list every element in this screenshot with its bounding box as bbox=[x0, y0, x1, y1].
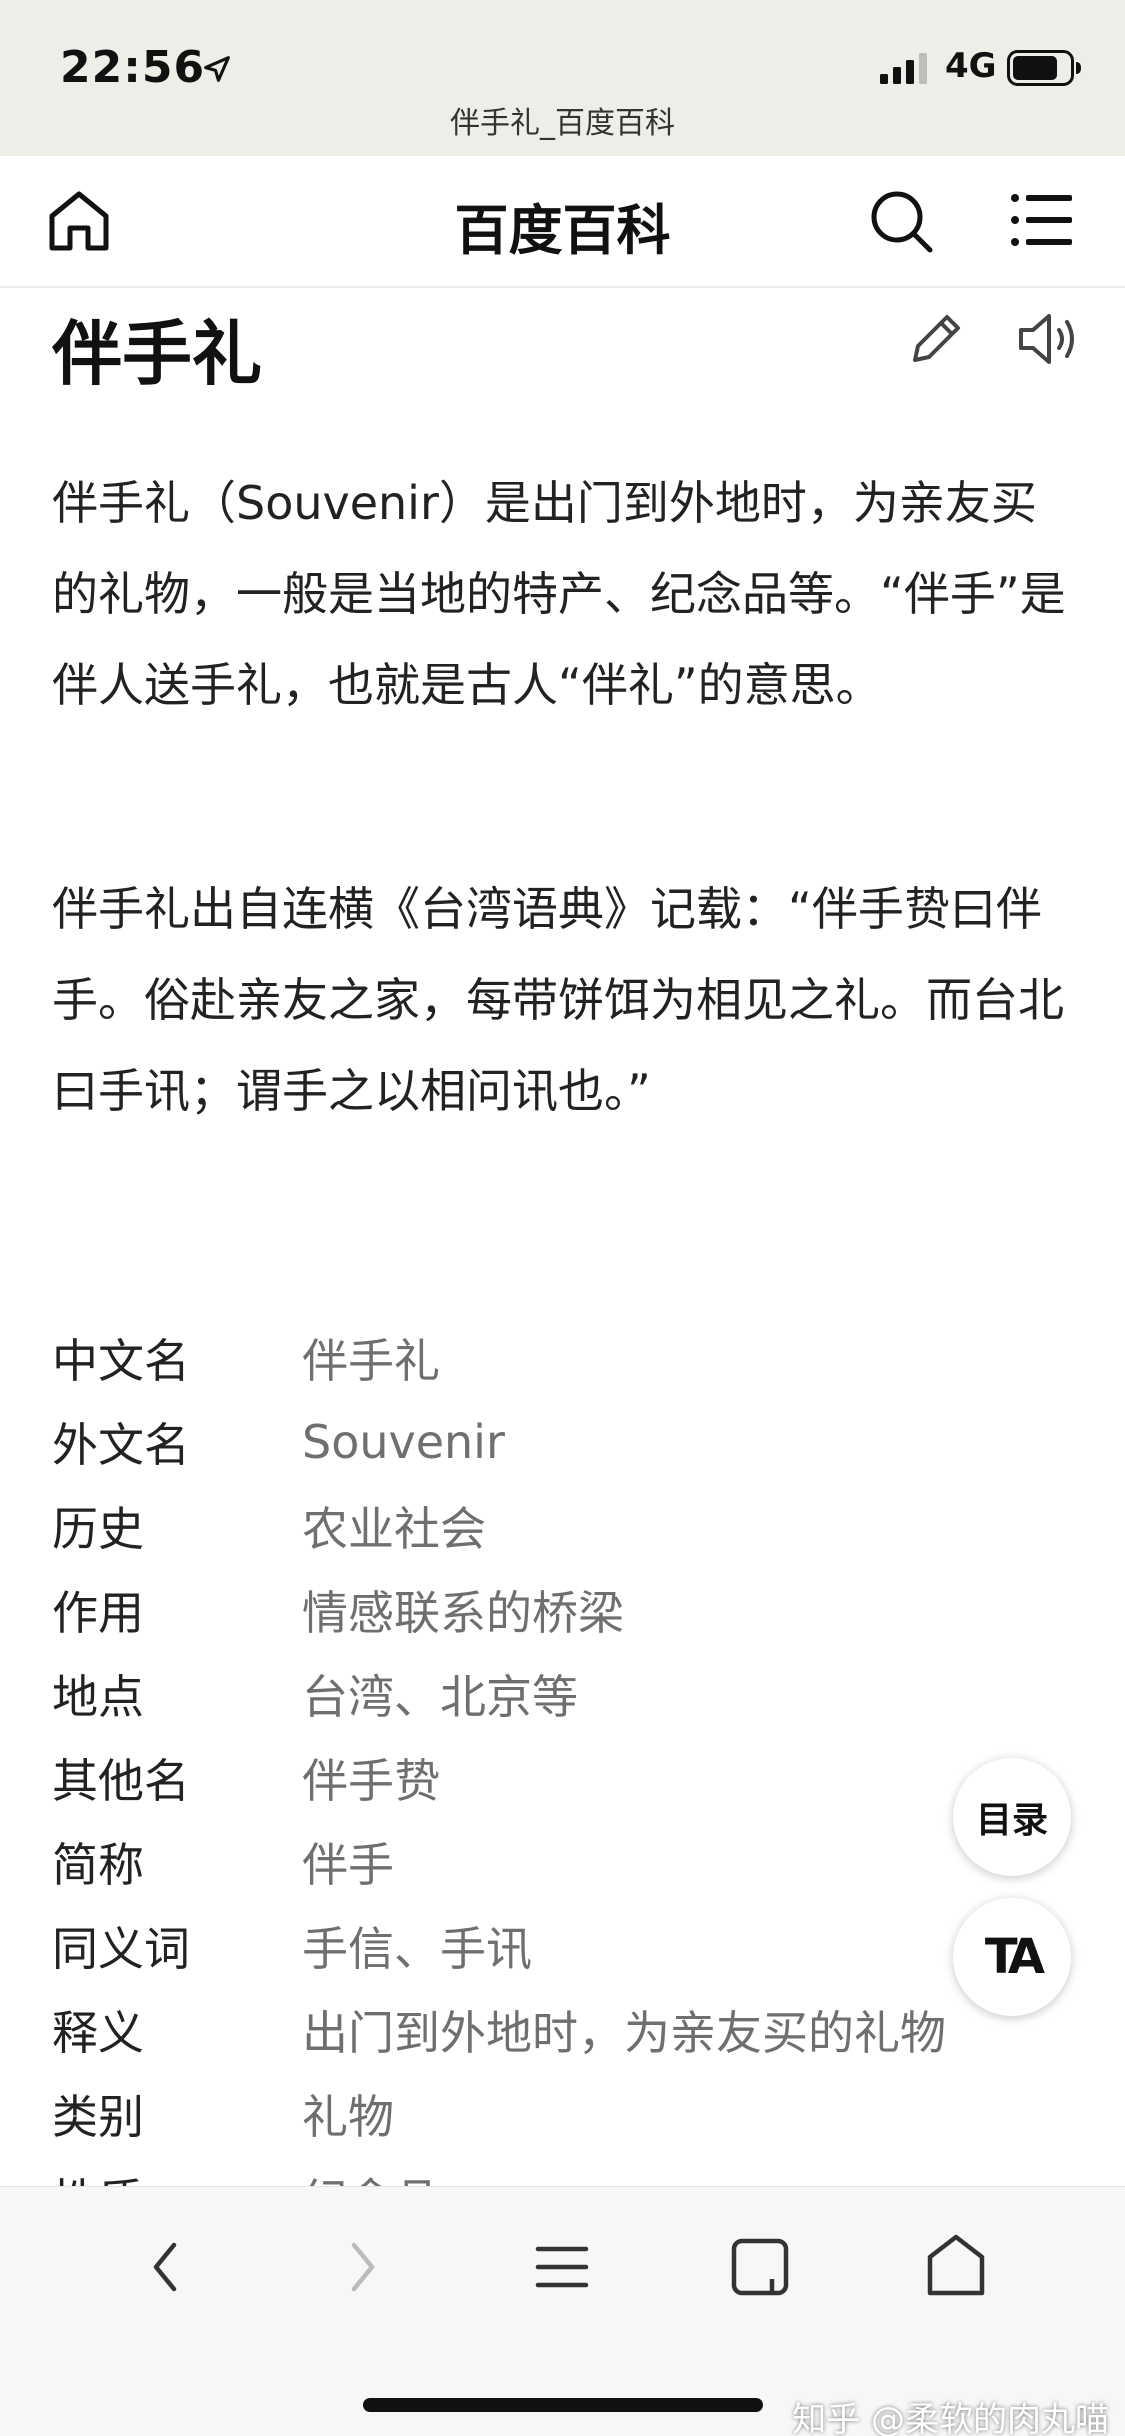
watermark: 知乎 @柔软的肉丸喵 bbox=[792, 2400, 1109, 2436]
font-size-button[interactable]: TA bbox=[953, 1898, 1071, 2016]
info-value: 伴手 bbox=[302, 1838, 394, 1892]
info-key: 外文名 bbox=[52, 1418, 190, 1472]
site-title[interactable]: 百度百科 bbox=[0, 186, 1125, 265]
battery-icon bbox=[1007, 50, 1081, 86]
summary-paragraph: 伴手礼（Souvenir）是出门到外地时，为亲友买的礼物，一般是当地的特产、纪念… bbox=[52, 476, 1066, 712]
tabs-icon[interactable] bbox=[720, 2227, 800, 2307]
info-value: 农业社会 bbox=[302, 1502, 486, 1556]
info-row: 作用 情感联系的桥梁 bbox=[52, 1568, 1112, 1652]
list-icon[interactable] bbox=[522, 2227, 602, 2307]
info-key: 简称 bbox=[52, 1838, 144, 1892]
info-row: 外文名 Souvenir bbox=[52, 1400, 1112, 1484]
origin-paragraph: 伴手礼出自连横《台湾语典》记载：“伴手贽曰伴手。俗赴亲友之家，每带饼饵为相见之礼… bbox=[52, 882, 1064, 1118]
toc-button[interactable]: 目录 bbox=[953, 1758, 1071, 1876]
info-key: 释义 bbox=[52, 2006, 144, 2060]
edit-icon[interactable] bbox=[905, 308, 967, 370]
status-bar: 22:56 4G 伴手礼_百度百科 bbox=[0, 0, 1125, 156]
search-icon[interactable] bbox=[868, 188, 934, 254]
info-key: 作用 bbox=[52, 1586, 144, 1640]
page-url-title[interactable]: 伴手礼_百度百科 bbox=[0, 98, 1125, 142]
info-value: Souvenir bbox=[302, 1415, 505, 1469]
info-row: 释义 出门到外地时，为亲友买的礼物 bbox=[52, 1988, 1112, 2072]
info-row: 简称 伴手 bbox=[52, 1820, 1112, 1904]
info-key: 历史 bbox=[52, 1502, 144, 1556]
info-value: 礼物 bbox=[302, 2090, 394, 2144]
info-key: 类别 bbox=[52, 2090, 144, 2144]
info-key: 其他名 bbox=[52, 1754, 190, 1808]
info-row: 中文名 伴手礼 bbox=[52, 1316, 1112, 1400]
info-row: 历史 农业社会 bbox=[52, 1484, 1112, 1568]
info-key: 同义词 bbox=[52, 1922, 190, 1976]
info-row: 地点 台湾、北京等 bbox=[52, 1652, 1112, 1736]
info-value: 台湾、北京等 bbox=[302, 1670, 578, 1724]
info-value: 伴手贽 bbox=[302, 1754, 440, 1808]
site-header: 百度百科 bbox=[0, 156, 1125, 288]
info-key: 地点 bbox=[52, 1670, 144, 1724]
entry-title: 伴手礼 bbox=[52, 313, 262, 395]
info-box: 中文名 伴手礼 外文名 Souvenir 历史 农业社会 作用 情感联系的桥梁 … bbox=[52, 1316, 1112, 2240]
network-type: 4G bbox=[945, 46, 997, 86]
info-value: 伴手礼 bbox=[302, 1334, 440, 1388]
audio-icon[interactable] bbox=[1015, 308, 1081, 370]
info-key: 中文名 bbox=[52, 1334, 190, 1388]
location-arrow-icon bbox=[204, 56, 230, 82]
menu-icon[interactable] bbox=[1010, 190, 1072, 250]
home-indicator[interactable] bbox=[363, 2398, 763, 2412]
info-value: 情感联系的桥梁 bbox=[302, 1586, 624, 1640]
signal-icon bbox=[880, 53, 927, 84]
info-row: 类别 礼物 bbox=[52, 2072, 1112, 2156]
back-icon[interactable] bbox=[126, 2227, 206, 2307]
info-value: 出门到外地时，为亲友买的礼物 bbox=[302, 2006, 946, 2060]
home-icon[interactable] bbox=[916, 2227, 996, 2307]
status-time: 22:56 bbox=[60, 42, 206, 93]
info-value: 手信、手讯 bbox=[302, 1922, 532, 1976]
forward-icon[interactable] bbox=[322, 2227, 402, 2307]
